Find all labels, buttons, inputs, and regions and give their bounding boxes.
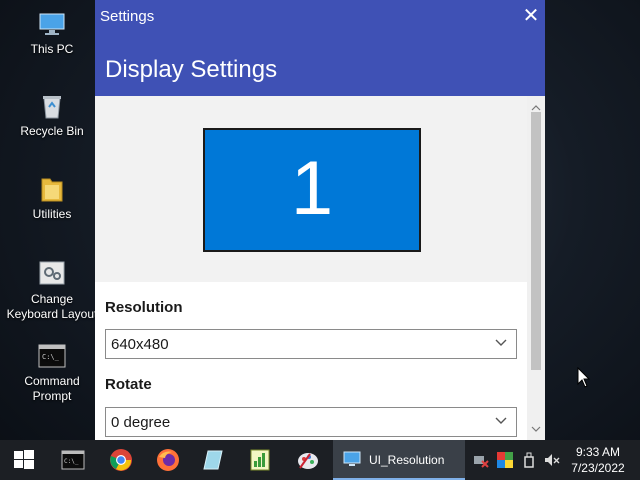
scrollbar-thumb[interactable] bbox=[531, 112, 541, 370]
desktop-icon-recycle-bin[interactable]: Recycle Bin bbox=[5, 90, 99, 139]
mouse-cursor-icon bbox=[577, 366, 591, 394]
taskbar-chrome-button[interactable] bbox=[97, 440, 145, 480]
folder-icon bbox=[36, 173, 68, 205]
taskbar-firefox-button[interactable] bbox=[144, 440, 192, 480]
desktop-icon-label: Change Keyboard Layout bbox=[6, 292, 98, 321]
close-button[interactable]: ✕ bbox=[517, 0, 545, 32]
taskbar-paint-button[interactable] bbox=[284, 440, 332, 480]
keyboard-settings-icon bbox=[36, 258, 68, 290]
desktop-icon-label: Utilities bbox=[32, 207, 72, 221]
settings-window: Settings ✕ Display Settings 1 Resolution… bbox=[95, 0, 545, 440]
start-icon bbox=[12, 448, 36, 472]
page-title: Display Settings bbox=[105, 56, 278, 83]
svg-text:C:\_: C:\_ bbox=[42, 353, 60, 361]
taskbar-terminal-button[interactable]: C:\_ bbox=[49, 440, 97, 480]
command-prompt-icon: C:\_ bbox=[36, 340, 68, 372]
desktop-icon-this-pc[interactable]: This PC bbox=[5, 8, 99, 57]
desktop-icon-utilities[interactable]: Utilities bbox=[5, 173, 99, 222]
scroll-down-icon[interactable] bbox=[531, 420, 541, 438]
taskbar-clock[interactable]: 9:33 AM 7/23/2022 bbox=[564, 444, 632, 476]
desktop-icon-change-keyboard-layout[interactable]: Change Keyboard Layout bbox=[5, 258, 99, 322]
settings-header: Display Settings bbox=[95, 32, 545, 96]
chart-app-icon bbox=[248, 448, 272, 472]
desktop-icon-label: This PC bbox=[30, 42, 74, 56]
start-button[interactable] bbox=[0, 440, 48, 480]
this-pc-icon bbox=[36, 8, 68, 40]
taskbar: C:\_ UI_Resolution 9:33 AM 7/23/2022 bbox=[0, 440, 640, 480]
volume-muted-icon[interactable] bbox=[544, 452, 560, 468]
taskbar-notepad-button[interactable] bbox=[190, 440, 238, 480]
terminal-icon: C:\_ bbox=[61, 448, 85, 472]
network-icon[interactable] bbox=[473, 452, 489, 468]
settings-content: 1 Resolution 640x480 Rotate 0 degree bbox=[95, 96, 527, 440]
firefox-icon bbox=[156, 448, 180, 472]
display-preview-area: 1 bbox=[95, 96, 527, 282]
chevron-down-icon bbox=[494, 413, 508, 427]
svg-text:C:\_: C:\_ bbox=[64, 458, 79, 465]
resolution-value: 640x480 bbox=[111, 336, 169, 353]
monitor-tile[interactable]: 1 bbox=[203, 128, 421, 252]
taskbar-active-app-ui-resolution[interactable]: UI_Resolution bbox=[333, 440, 465, 480]
rotate-value: 0 degree bbox=[111, 414, 171, 431]
notepad-icon bbox=[202, 448, 226, 472]
resolution-dropdown[interactable]: 640x480 bbox=[105, 329, 517, 359]
paint-icon bbox=[296, 448, 320, 472]
title-bar[interactable]: Settings ✕ bbox=[95, 0, 545, 32]
color-app-icon[interactable] bbox=[497, 452, 513, 468]
taskbar-chart-app-button[interactable] bbox=[236, 440, 284, 480]
rotate-dropdown[interactable]: 0 degree bbox=[105, 407, 517, 437]
desktop-icon-label: Command Prompt bbox=[24, 374, 80, 403]
recycle-bin-icon bbox=[36, 90, 68, 122]
usb-icon[interactable] bbox=[521, 452, 537, 468]
chevron-down-icon bbox=[494, 335, 508, 349]
resolution-label: Resolution bbox=[105, 299, 183, 316]
desktop-icon-label: Recycle Bin bbox=[20, 124, 84, 138]
clock-date: 7/23/2022 bbox=[571, 461, 625, 475]
rotate-label: Rotate bbox=[105, 376, 152, 393]
vertical-scrollbar[interactable] bbox=[527, 96, 545, 440]
window-title: Settings bbox=[100, 8, 155, 25]
active-app-label: UI_Resolution bbox=[369, 453, 445, 467]
clock-time: 9:33 AM bbox=[575, 445, 621, 459]
desktop-icon-command-prompt[interactable]: C:\_ Command Prompt bbox=[5, 340, 99, 404]
chrome-icon bbox=[109, 448, 133, 472]
display-settings-app-icon bbox=[343, 451, 361, 467]
